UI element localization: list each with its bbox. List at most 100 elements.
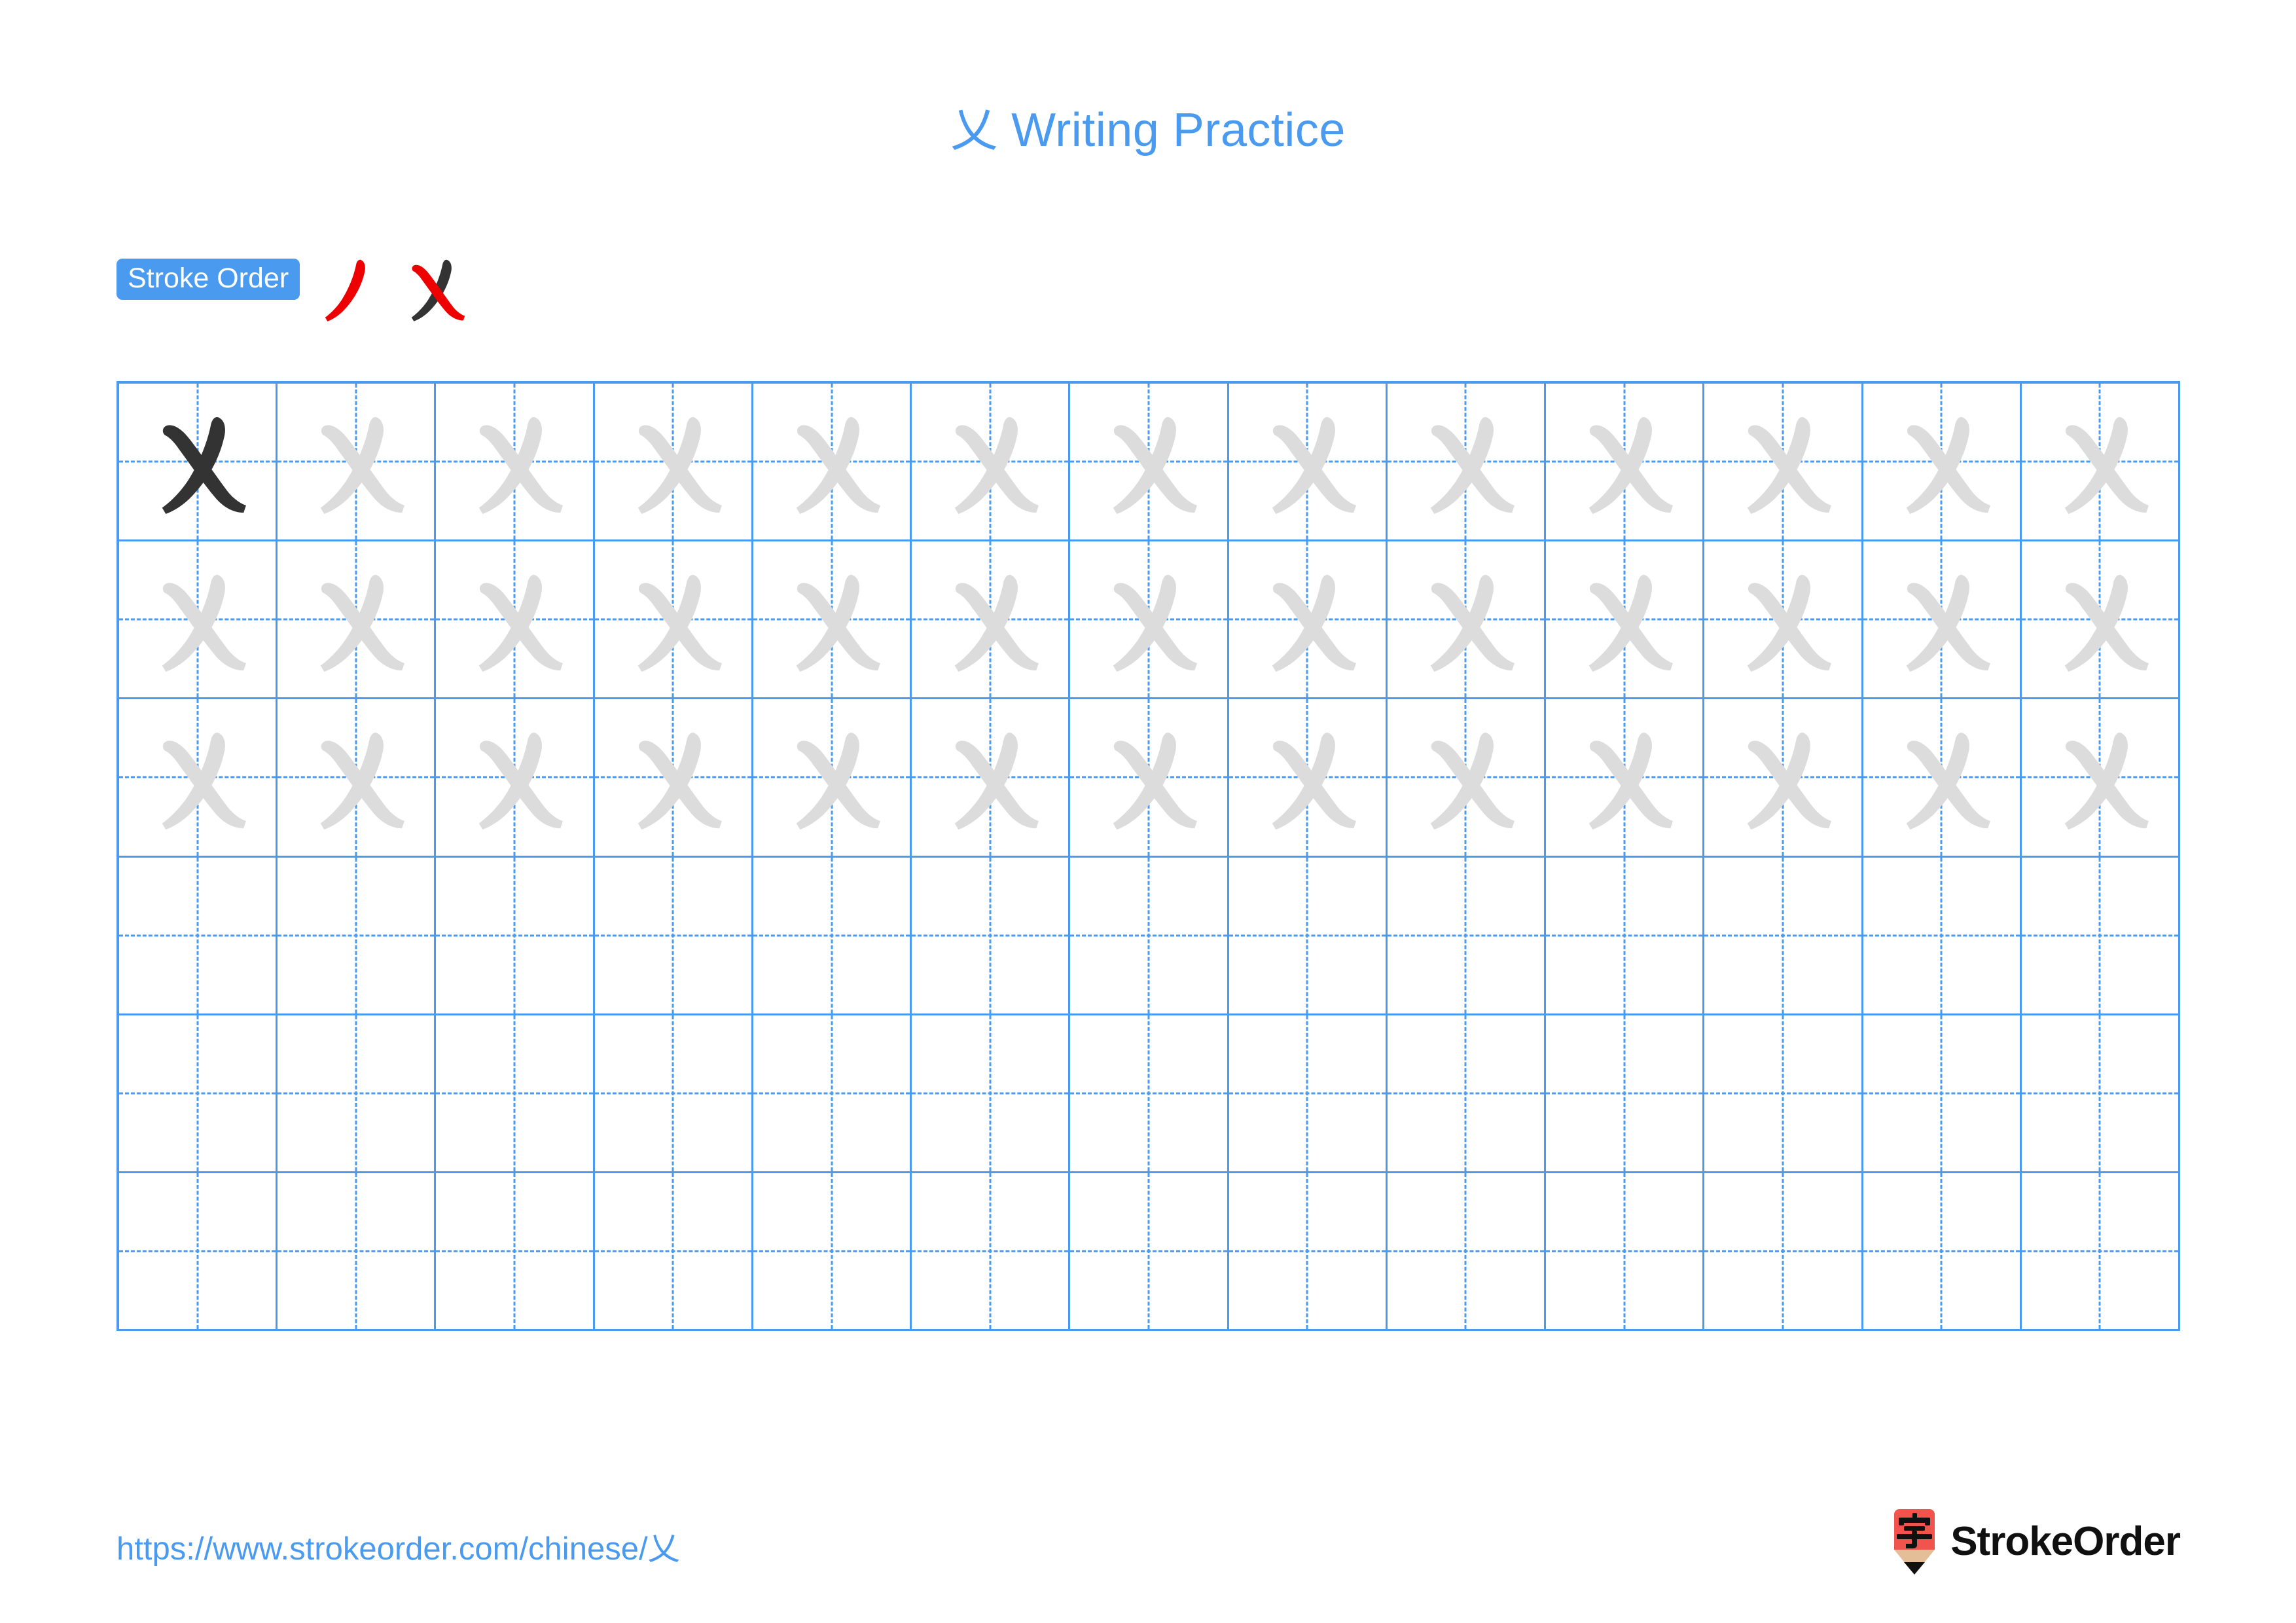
stroke-step-1 [309, 249, 386, 327]
practice-cell-r4-c4 [594, 857, 753, 1015]
character-trace-glyph [436, 384, 592, 539]
character-trace-glyph [1546, 384, 1702, 539]
character-trace-glyph [753, 541, 910, 697]
character-trace-glyph [1229, 699, 1386, 855]
character-trace-glyph [2022, 384, 2178, 539]
character-trace-glyph [1070, 541, 1227, 697]
practice-cell-r1-c13 [2021, 384, 2180, 542]
practice-cell-r5-c8 [1229, 1015, 1388, 1173]
practice-cell-r6-c4 [594, 1173, 753, 1331]
character-trace-glyph [1546, 699, 1702, 855]
practice-cell-r5-c10 [1546, 1015, 1705, 1173]
practice-cell-r2-c7 [1070, 541, 1229, 700]
practice-cell-r1-c1 [119, 384, 278, 542]
practice-cell-r6-c12 [1863, 1173, 2022, 1331]
character-trace-glyph [912, 541, 1068, 697]
character-trace-glyph [1704, 699, 1861, 855]
character-trace-glyph [278, 541, 434, 697]
practice-cell-r4-c10 [1546, 857, 1705, 1015]
practice-cell-r4-c1 [119, 857, 278, 1015]
practice-cell-r4-c3 [436, 857, 595, 1015]
practice-cell-r4-c13 [2021, 857, 2180, 1015]
character-trace-glyph [1546, 541, 1702, 697]
character-trace-glyph [1863, 699, 2020, 855]
practice-cell-r6-c9 [1387, 1173, 1547, 1331]
stroke-order-section: Stroke Order [117, 259, 473, 331]
footer-url[interactable]: https://www.strokeorder.com/chinese/乂 [117, 1533, 680, 1565]
character-trace-glyph [278, 384, 434, 539]
character-trace-glyph [1863, 384, 2020, 539]
character-trace-glyph [753, 699, 910, 855]
practice-cell-r1-c7 [1070, 384, 1229, 542]
page-title-character: 乂 [950, 102, 998, 157]
practice-cell-r6-c5 [753, 1173, 912, 1331]
character-trace-glyph [912, 699, 1068, 855]
practice-cell-r3-c8 [1229, 699, 1388, 858]
page-title-text: Writing Practice [997, 104, 1346, 156]
practice-cell-r3-c13 [2021, 699, 2180, 858]
practice-cell-r5-c5 [753, 1015, 912, 1173]
character-trace-glyph [278, 699, 434, 855]
practice-cell-r2-c8 [1229, 541, 1388, 700]
character-trace-glyph [1229, 384, 1386, 539]
practice-cell-r1-c8 [1229, 384, 1388, 542]
practice-cell-r2-c4 [594, 541, 753, 700]
character-trace-glyph [753, 384, 910, 539]
practice-cell-r5-c9 [1387, 1015, 1547, 1173]
practice-cell-r6-c6 [912, 1173, 1071, 1331]
practice-cell-r3-c5 [753, 699, 912, 858]
practice-cell-r5-c6 [912, 1015, 1071, 1173]
character-trace-glyph [436, 541, 592, 697]
character-trace-glyph [595, 384, 751, 539]
practice-cell-r1-c6 [912, 384, 1071, 542]
practice-cell-r2-c12 [1863, 541, 2022, 700]
practice-cell-r3-c4 [594, 699, 753, 858]
pencil-tip-shape [1904, 1562, 1926, 1575]
practice-cell-r6-c8 [1229, 1173, 1388, 1331]
practice-cell-r2-c9 [1387, 541, 1547, 700]
practice-cell-r5-c12 [1863, 1015, 2022, 1173]
practice-cell-r6-c7 [1070, 1173, 1229, 1331]
character-trace-glyph [912, 384, 1068, 539]
practice-cell-r2-c1 [119, 541, 278, 700]
practice-cell-r5-c11 [1704, 1015, 1863, 1173]
character-trace-glyph [1229, 541, 1386, 697]
practice-cell-r5-c4 [594, 1015, 753, 1173]
practice-cell-r6-c10 [1546, 1173, 1705, 1331]
character-trace-glyph [1070, 699, 1227, 855]
footer-url-prefix: https://www.strokeorder.com/chinese/ [117, 1531, 648, 1567]
practice-cell-r5-c13 [2021, 1015, 2180, 1173]
brand-name: StrokeOrder [1950, 1519, 2181, 1564]
practice-cell-r5-c2 [278, 1015, 437, 1173]
practice-cell-r4-c11 [1704, 857, 1863, 1015]
practice-cell-r4-c6 [912, 857, 1071, 1015]
practice-cell-r2-c3 [436, 541, 595, 700]
practice-cell-r4-c2 [278, 857, 437, 1015]
character-trace-glyph [1070, 384, 1227, 539]
brand-logo[interactable]: StrokeOrder [1890, 1509, 2181, 1575]
footer-url-character: 乂 [647, 1530, 680, 1567]
practice-cell-r2-c13 [2021, 541, 2180, 700]
practice-cell-r6-c11 [1704, 1173, 1863, 1331]
practice-cell-r6-c3 [436, 1173, 595, 1331]
practice-cell-r4-c12 [1863, 857, 2022, 1015]
character-trace-glyph [436, 699, 592, 855]
practice-cell-r2-c5 [753, 541, 912, 700]
practice-cell-r2-c2 [278, 541, 437, 700]
practice-cell-r3-c9 [1387, 699, 1547, 858]
practice-cell-r1-c10 [1546, 384, 1705, 542]
character-trace-glyph [1388, 384, 1544, 539]
practice-cell-r6-c2 [278, 1173, 437, 1331]
practice-cell-r4-c8 [1229, 857, 1388, 1015]
character-trace-glyph [595, 699, 751, 855]
practice-cell-r1-c4 [594, 384, 753, 542]
stroke-order-badge: Stroke Order [117, 259, 300, 300]
practice-cell-r1-c12 [1863, 384, 2022, 542]
practice-cell-r3-c1 [119, 699, 278, 858]
character-trace-glyph [1704, 541, 1861, 697]
practice-cell-r3-c12 [1863, 699, 2022, 858]
pencil-logo-icon [1890, 1509, 1939, 1575]
practice-cell-r4-c7 [1070, 857, 1229, 1015]
practice-cell-r3-c7 [1070, 699, 1229, 858]
character-trace-glyph [595, 541, 751, 697]
